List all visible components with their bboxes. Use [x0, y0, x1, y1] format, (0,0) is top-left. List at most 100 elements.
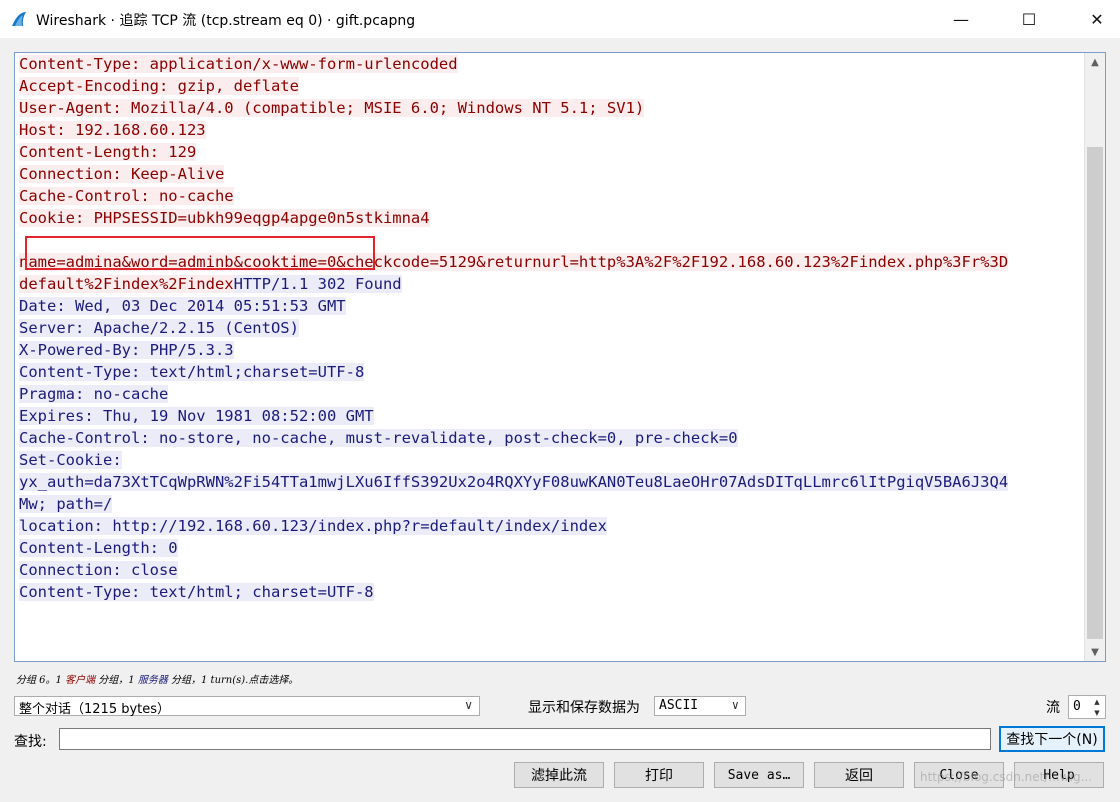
client-text: default%2Findex%2Findex	[19, 275, 234, 293]
status-suffix: 分组，1 turn(s).点击选择。	[167, 675, 299, 686]
client-text: Content-Length: 129	[19, 143, 197, 161]
stream-text-run: User-Agent: Mozilla/4.0 (compatible; MSI…	[19, 99, 645, 117]
stream-label: 流	[1046, 700, 1060, 716]
highlight-box	[25, 236, 375, 270]
stream-text-run: yx_auth=da73XtTCqWpRWN%2Fi54TTa1mwjLXu6I…	[19, 473, 1009, 491]
stream-text-view[interactable]: Content-Type: application/x-www-form-url…	[14, 52, 1106, 662]
server-text: Expires: Thu, 19 Nov 1981 08:52:00 GMT	[19, 407, 374, 425]
minimize-icon[interactable]: —	[938, 0, 984, 38]
stream-line[interactable]: Content-Type: application/x-www-form-url…	[19, 53, 1083, 75]
stream-line[interactable]: default%2Findex%2FindexHTTP/1.1 302 Foun…	[19, 273, 1083, 295]
spin-down-icon[interactable]: ▼	[1089, 707, 1105, 718]
stream-spinbox[interactable]: 0 ▲ ▼	[1068, 695, 1106, 719]
find-label: 查找:	[14, 734, 47, 750]
stream-line[interactable]: Connection: close	[19, 559, 1083, 581]
server-text: Mw; path=/	[19, 495, 113, 513]
wireshark-fin-icon	[12, 12, 26, 26]
server-text: location: http://192.168.60.123/index.ph…	[19, 517, 607, 535]
client-text: Accept-Encoding: gzip, deflate	[19, 77, 299, 95]
stream-text-run: Expires: Thu, 19 Nov 1981 08:52:00 GMT	[19, 407, 374, 425]
status-server-label: 服务器	[137, 675, 168, 686]
stream-text-run: Cache-Control: no-cache	[19, 187, 234, 205]
stream-text-run: Mw; path=/	[19, 495, 113, 513]
stream-line[interactable]: Cache-Control: no-store, no-cache, must-…	[19, 427, 1083, 449]
server-text: Server: Apache/2.2.15 (CentOS)	[19, 319, 299, 337]
scrollbar-thumb[interactable]	[1087, 147, 1103, 639]
stream-status-text: 分组 6。1 客户端 分组，1 服务器 分组，1 turn(s).点击选择。	[16, 671, 298, 686]
stream-text-run: Connection: Keep-Alive	[19, 165, 225, 183]
stream-line[interactable]: Content-Type: text/html;charset=UTF-8	[19, 361, 1083, 383]
close-icon[interactable]: ✕	[1074, 0, 1120, 38]
stream-line[interactable]: Date: Wed, 03 Dec 2014 05:51:53 GMT	[19, 295, 1083, 317]
stream-text-run: Cache-Control: no-store, no-cache, must-…	[19, 429, 738, 447]
stream-line[interactable]: Mw; path=/	[19, 493, 1083, 515]
scroll-down-icon[interactable]: ▼	[1085, 643, 1105, 661]
stream-text-run: location: http://192.168.60.123/index.ph…	[19, 517, 607, 535]
server-text: Content-Length: 0	[19, 539, 178, 557]
print-button[interactable]: 打印	[614, 762, 704, 788]
chevron-down-icon: ∨	[464, 698, 473, 712]
stream-line[interactable]: Connection: Keep-Alive	[19, 163, 1083, 185]
stream-line[interactable]: location: http://192.168.60.123/index.ph…	[19, 515, 1083, 537]
stream-content[interactable]: Content-Type: application/x-www-form-url…	[19, 53, 1083, 603]
stream-line[interactable]: Content-Type: text/html; charset=UTF-8	[19, 581, 1083, 603]
stream-text-run: default%2Findex%2Findex	[19, 275, 234, 293]
stream-line[interactable]: Pragma: no-cache	[19, 383, 1083, 405]
stream-text-run: Content-Type: text/html; charset=UTF-8	[19, 583, 374, 601]
status-prefix: 分组 6。1	[16, 675, 66, 686]
spin-up-icon[interactable]: ▲	[1089, 696, 1105, 707]
stream-line[interactable]: User-Agent: Mozilla/4.0 (compatible; MSI…	[19, 97, 1083, 119]
maximize-icon[interactable]: ☐	[1006, 0, 1052, 38]
stream-text-run: Content-Length: 0	[19, 539, 178, 557]
stream-text-run: Date: Wed, 03 Dec 2014 05:51:53 GMT	[19, 297, 346, 315]
watermark: https://blog.csdn.net/...wig...	[920, 770, 1093, 784]
client-text: Cache-Control: no-cache	[19, 187, 234, 205]
filter-out-stream-button[interactable]: 滤掉此流	[514, 762, 604, 788]
stream-line[interactable]: Host: 192.168.60.123	[19, 119, 1083, 141]
server-text: X-Powered-By: PHP/5.3.3	[19, 341, 234, 359]
stream-text-run: Host: 192.168.60.123	[19, 121, 206, 139]
stream-text-run: Content-Type: application/x-www-form-url…	[19, 55, 458, 73]
server-text: yx_auth=da73XtTCqWpRWN%2Fi54TTa1mwjLXu6I…	[19, 473, 1009, 491]
client-text: User-Agent: Mozilla/4.0 (compatible; MSI…	[19, 99, 645, 117]
client-text: Content-Type: application/x-www-form-url…	[19, 55, 458, 73]
find-input[interactable]	[59, 728, 991, 750]
format-select[interactable]: ASCII ∨	[654, 696, 746, 716]
stream-line[interactable]: Cookie: PHPSESSID=ubkh99eqgp4apge0n5stki…	[19, 207, 1083, 229]
server-text: Cache-Control: no-store, no-cache, must-…	[19, 429, 738, 447]
server-text: Connection: close	[19, 561, 178, 579]
stream-line[interactable]: Set-Cookie:	[19, 449, 1083, 471]
server-text: Content-Type: text/html; charset=UTF-8	[19, 583, 374, 601]
stream-text-run: HTTP/1.1 302 Found	[233, 275, 402, 293]
find-next-button[interactable]: 查找下一个(N)	[999, 726, 1105, 752]
stream-text-run: Server: Apache/2.2.15 (CentOS)	[19, 319, 299, 337]
stream-line[interactable]: Accept-Encoding: gzip, deflate	[19, 75, 1083, 97]
stream-text-run: Connection: close	[19, 561, 178, 579]
client-text: Cookie: PHPSESSID=ubkh99eqgp4apge0n5stki…	[19, 209, 430, 227]
vertical-scrollbar[interactable]: ▲ ▼	[1084, 53, 1105, 661]
client-text: Connection: Keep-Alive	[19, 165, 225, 183]
conversation-select[interactable]: 整个对话（1215 bytes） ∨	[14, 696, 480, 717]
server-text: HTTP/1.1 302 Found	[233, 275, 402, 293]
status-mid: 分组，1	[95, 675, 138, 686]
stream-line[interactable]: X-Powered-By: PHP/5.3.3	[19, 339, 1083, 361]
status-client-label: 客户端	[65, 675, 96, 686]
save-as-button[interactable]: Save as…	[714, 762, 804, 788]
stream-line[interactable]: Cache-Control: no-cache	[19, 185, 1083, 207]
show-save-label: 显示和保存数据为	[528, 700, 640, 716]
scroll-up-icon[interactable]: ▲	[1085, 53, 1105, 71]
stream-text-run: X-Powered-By: PHP/5.3.3	[19, 341, 234, 359]
stream-line[interactable]: Server: Apache/2.2.15 (CentOS)	[19, 317, 1083, 339]
client-text: Host: 192.168.60.123	[19, 121, 206, 139]
back-button[interactable]: 返回	[814, 762, 904, 788]
format-select-value: ASCII	[659, 698, 699, 713]
window-title: Wireshark · 追踪 TCP 流 (tcp.stream eq 0) ·…	[36, 13, 416, 29]
stream-line[interactable]: Content-Length: 0	[19, 537, 1083, 559]
server-text: Date: Wed, 03 Dec 2014 05:51:53 GMT	[19, 297, 346, 315]
conversation-select-value: 整个对话（1215 bytes）	[19, 702, 171, 717]
server-text: Pragma: no-cache	[19, 385, 169, 403]
stream-line[interactable]: Content-Length: 129	[19, 141, 1083, 163]
stream-line[interactable]: yx_auth=da73XtTCqWpRWN%2Fi54TTa1mwjLXu6I…	[19, 471, 1083, 493]
stream-line[interactable]: Expires: Thu, 19 Nov 1981 08:52:00 GMT	[19, 405, 1083, 427]
stream-spinbox-value: 0	[1073, 699, 1081, 714]
